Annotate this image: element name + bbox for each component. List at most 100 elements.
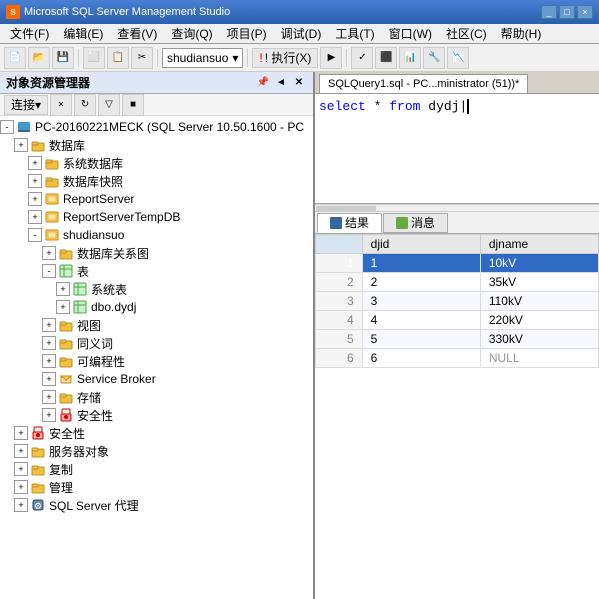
expand-btn-security[interactable]: + xyxy=(14,426,28,440)
tree-item-security-db[interactable]: +安全性 xyxy=(0,406,313,424)
menu-file[interactable]: 文件(F) xyxy=(4,24,55,43)
toolbar-btn-2[interactable]: 📋 xyxy=(107,47,129,69)
expand-btn-db-diagrams[interactable]: + xyxy=(42,246,56,260)
tree-item-sys-dbs[interactable]: +系统数据库 xyxy=(0,154,313,172)
expand-btn-reportservertempdb[interactable]: + xyxy=(28,210,42,224)
table-row[interactable]: 66NULL xyxy=(316,349,599,368)
filter-button[interactable]: ▽ xyxy=(98,94,120,116)
expand-btn-management[interactable]: + xyxy=(14,480,28,494)
expand-btn-server[interactable]: - xyxy=(0,120,14,134)
results-tab-results[interactable]: 结果 xyxy=(317,213,382,233)
debug-button[interactable]: ▶ xyxy=(320,47,342,69)
toolbar-btn-3[interactable]: ✂ xyxy=(131,47,153,69)
col-header-djid[interactable]: djid xyxy=(362,235,480,254)
tree-item-dbo-dydj[interactable]: +dbo.dydj xyxy=(0,298,313,316)
expand-btn-dbo-dydj[interactable]: + xyxy=(56,300,70,314)
tree-item-storage[interactable]: +存储 xyxy=(0,388,313,406)
open-button[interactable]: 📂 xyxy=(28,47,50,69)
expand-btn-shudiansuo[interactable]: - xyxy=(28,228,42,242)
toolbar-btn-4[interactable]: ✓ xyxy=(351,47,373,69)
tree-item-service-broker[interactable]: +Service Broker xyxy=(0,370,313,388)
tree-icon-snapshots xyxy=(44,173,60,189)
tree-item-shudiansuo[interactable]: -shudiansuo xyxy=(0,226,313,244)
expand-btn-synonyms[interactable]: + xyxy=(42,336,56,350)
expand-btn-databases[interactable]: + xyxy=(14,138,28,152)
expand-btn-reportserver[interactable]: + xyxy=(28,192,42,206)
expand-btn-replication[interactable]: + xyxy=(14,462,28,476)
row-num: 3 xyxy=(316,292,363,311)
tree-item-management[interactable]: +管理 xyxy=(0,478,313,496)
menu-help[interactable]: 帮助(H) xyxy=(495,24,548,43)
save-button[interactable]: 💾 xyxy=(52,47,74,69)
menu-query[interactable]: 查询(Q) xyxy=(165,24,218,43)
tree-item-views[interactable]: +视图 xyxy=(0,316,313,334)
database-selector[interactable]: shudiansuo ▾ xyxy=(162,48,243,68)
sql-space: * xyxy=(374,99,390,114)
tree-item-synonyms[interactable]: +同义词 xyxy=(0,334,313,352)
disconnect-button[interactable]: ✕ xyxy=(50,94,72,116)
minimize-button[interactable]: _ xyxy=(541,5,557,19)
toolbar-btn-6[interactable]: 📊 xyxy=(399,47,421,69)
toolbar-btn-7[interactable]: 🔧 xyxy=(423,47,445,69)
table-row[interactable]: 2235kV xyxy=(316,273,599,292)
menu-community[interactable]: 社区(C) xyxy=(440,24,493,43)
menu-window[interactable]: 窗口(W) xyxy=(383,24,438,43)
tree-item-reportserver[interactable]: +ReportServer xyxy=(0,190,313,208)
editor-horizontal-scrollbar[interactable] xyxy=(315,204,599,212)
tree-item-server[interactable]: -PC-20160221MECK (SQL Server 10.50.1600 … xyxy=(0,118,313,136)
expand-btn-sql-agent[interactable]: + xyxy=(14,498,28,512)
expand-btn-security-db[interactable]: + xyxy=(42,408,56,422)
expand-btn-tables[interactable]: - xyxy=(42,264,56,278)
object-explorer-tree[interactable]: -PC-20160221MECK (SQL Server 10.50.1600 … xyxy=(0,116,313,599)
col-header-djname[interactable]: djname xyxy=(480,235,598,254)
menu-view[interactable]: 查看(V) xyxy=(111,24,163,43)
table-row[interactable]: 1110kV xyxy=(316,254,599,273)
menu-edit[interactable]: 编辑(E) xyxy=(57,24,109,43)
menu-debug[interactable]: 调试(D) xyxy=(275,24,328,43)
maximize-button[interactable]: □ xyxy=(559,5,575,19)
panel-close-button[interactable]: ✕ xyxy=(291,75,307,91)
panel-pin-button[interactable]: 📌 xyxy=(255,75,271,91)
close-button[interactable]: × xyxy=(577,5,593,19)
refresh-button[interactable]: ↻ xyxy=(74,94,96,116)
expand-btn-programmability[interactable]: + xyxy=(42,354,56,368)
new-query-button[interactable]: 📄 xyxy=(4,47,26,69)
table-row[interactable]: 55330kV xyxy=(316,330,599,349)
tree-item-db-diagrams[interactable]: +数据库关系图 xyxy=(0,244,313,262)
expand-btn-sys-dbs[interactable]: + xyxy=(28,156,42,170)
tree-item-programmability[interactable]: +可编程性 xyxy=(0,352,313,370)
tree-item-server-objects[interactable]: +服务器对象 xyxy=(0,442,313,460)
tree-item-snapshots[interactable]: +数据库快照 xyxy=(0,172,313,190)
expand-btn-snapshots[interactable]: + xyxy=(28,174,42,188)
expand-btn-sys-tables[interactable]: + xyxy=(56,282,70,296)
stop-button[interactable]: ■ xyxy=(122,94,144,116)
toolbar-btn-1[interactable]: ⬜ xyxy=(83,47,105,69)
execute-button[interactable]: ! ! 执行(X) xyxy=(252,48,318,68)
table-row[interactable]: 33110kV xyxy=(316,292,599,311)
tree-item-security[interactable]: +安全性 xyxy=(0,424,313,442)
results-tab-messages[interactable]: 消息 xyxy=(383,213,448,233)
expand-btn-views[interactable]: + xyxy=(42,318,56,332)
menu-project[interactable]: 项目(P) xyxy=(221,24,273,43)
query-editor[interactable]: select * from dydj| xyxy=(315,94,599,204)
table-row[interactable]: 44220kV xyxy=(316,311,599,330)
object-explorer-panel: 对象资源管理器 📌 ◄ ✕ 连接▾ ✕ ↻ ▽ ■ -PC-20160221ME… xyxy=(0,72,315,599)
tree-item-sql-agent[interactable]: +⚙SQL Server 代理 xyxy=(0,496,313,514)
query-tab-1[interactable]: SQLQuery1.sql - PC...ministrator (51))* xyxy=(319,74,528,93)
panel-arrow-button[interactable]: ◄ xyxy=(273,75,289,91)
expand-btn-storage[interactable]: + xyxy=(42,390,56,404)
tree-item-replication[interactable]: +复制 xyxy=(0,460,313,478)
toolbar-btn-8[interactable]: 📉 xyxy=(447,47,469,69)
tree-item-tables[interactable]: -表 xyxy=(0,262,313,280)
menu-tools[interactable]: 工具(T) xyxy=(329,24,380,43)
results-table-container[interactable]: djid djname 1110kV2235kV33110kV44220kV55… xyxy=(315,234,599,599)
tree-item-sys-tables[interactable]: +系统表 xyxy=(0,280,313,298)
expand-btn-service-broker[interactable]: + xyxy=(42,372,56,386)
tree-item-databases[interactable]: +数据库 xyxy=(0,136,313,154)
window-controls: _ □ × xyxy=(541,5,593,19)
sql-select: select xyxy=(319,99,366,114)
tree-item-reportservertempdb[interactable]: +ReportServerTempDB xyxy=(0,208,313,226)
toolbar-btn-5[interactable]: ⬛ xyxy=(375,47,397,69)
expand-btn-server-objects[interactable]: + xyxy=(14,444,28,458)
connect-button[interactable]: 连接▾ xyxy=(4,95,48,115)
